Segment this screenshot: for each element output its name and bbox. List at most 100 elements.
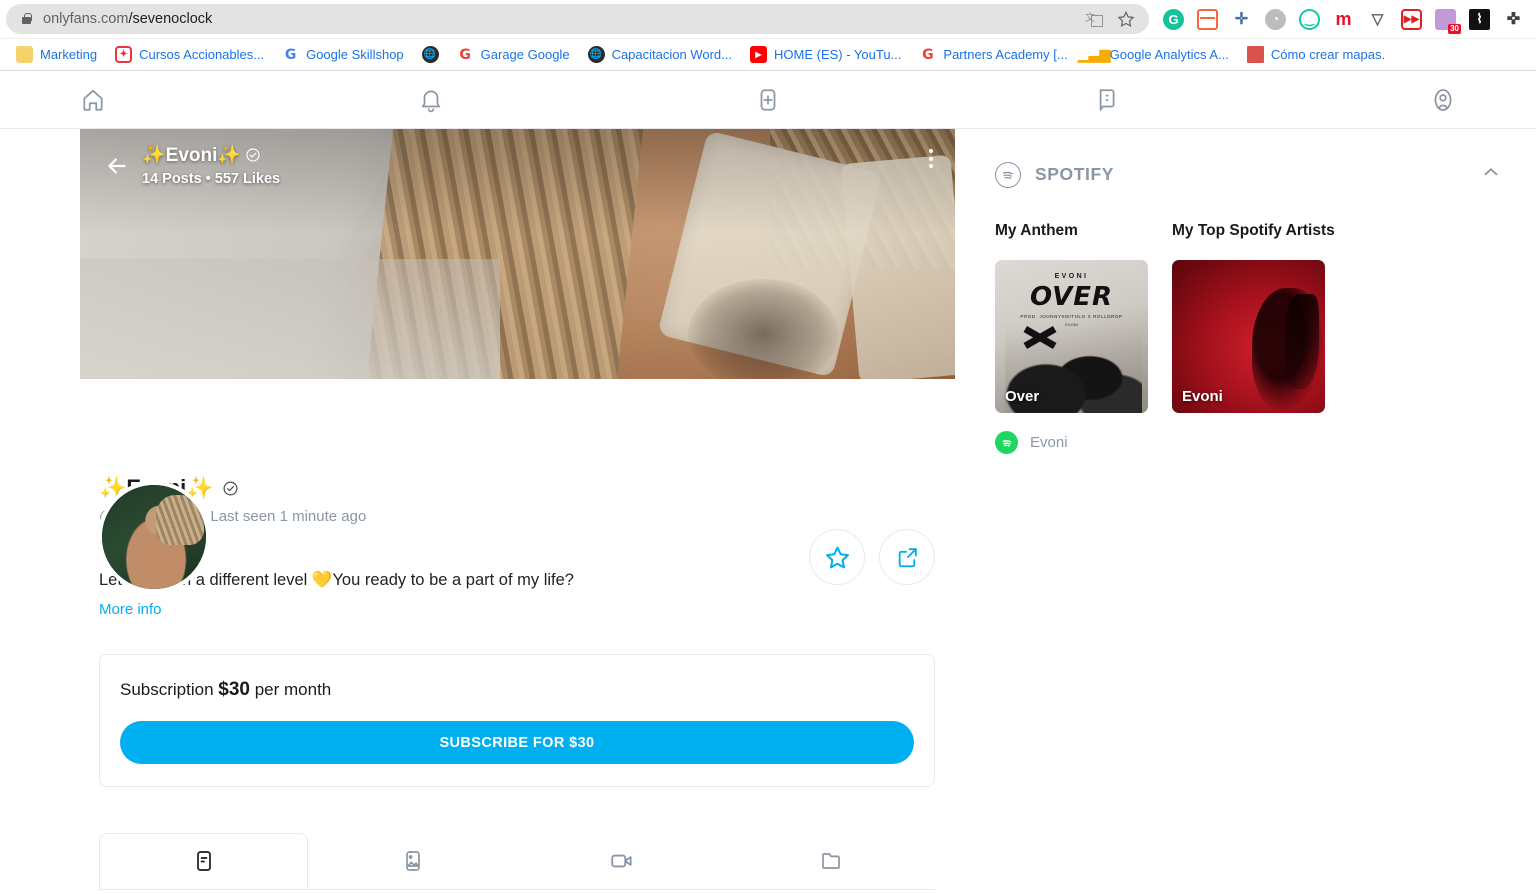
content-tabs	[99, 833, 935, 891]
translate-icon[interactable]	[1085, 9, 1103, 27]
bookmark-partners-academy[interactable]: G Partners Academy [...	[913, 43, 1073, 66]
cover-menu-button[interactable]	[925, 145, 937, 172]
anthem-heading: My Anthem	[995, 222, 1078, 239]
bookmark-como-crear-mapas[interactable]: Cómo crear mapas.	[1241, 43, 1391, 66]
profile-display-name: ✨Evoni✨	[99, 475, 955, 501]
spotify-panel-title: SPOTIFY	[1035, 164, 1115, 184]
tab-posts[interactable]	[99, 833, 308, 890]
tab-photos[interactable]	[308, 833, 517, 889]
nav-profile[interactable]	[1420, 79, 1466, 121]
cover-photo[interactable]: ✨Evoni✨ 14 Posts • 557 Likes	[80, 129, 955, 379]
globe-icon: 🌐	[587, 46, 605, 63]
omnibox-row: onlyfans.com/sevenoclock G ✛ ◔ ‿ m ▽ ▶▶ …	[0, 0, 1536, 38]
subscription-price: $30	[218, 679, 250, 701]
m-extension-icon[interactable]: m	[1333, 9, 1354, 30]
profile-actions	[809, 529, 935, 585]
bookmark-label: Partners Academy [...	[943, 47, 1068, 62]
subscription-price-label: Subscription $30 per month	[120, 679, 332, 701]
bookmark-label: Marketing	[40, 47, 98, 62]
bookmark-home-es-youtube[interactable]: ▶ HOME (ES) - YouTu...	[744, 43, 907, 66]
share-icon	[898, 547, 917, 567]
bookmark-capacitacion-word[interactable]: 🌐 Capacitacion Word...	[582, 43, 738, 66]
bookmark-label: Cursos Accionables...	[139, 47, 265, 62]
star-icon	[825, 546, 849, 568]
message-icon	[1099, 88, 1114, 111]
bookmark-star-icon[interactable]	[1117, 10, 1135, 28]
bookmark-marketing[interactable]: Marketing	[10, 43, 103, 66]
avatar-image	[102, 485, 206, 589]
nav-new-post[interactable]	[745, 79, 791, 121]
spotify-anthem-column: My Anthem EVONI OVER PROD. JOHNNYSMITHLO…	[995, 222, 1148, 413]
profile-avatar[interactable]	[98, 481, 210, 593]
crosshair-extension-icon[interactable]: ✛	[1231, 9, 1252, 30]
address-bar[interactable]: onlyfans.com/sevenoclock	[6, 4, 1149, 34]
favorite-button[interactable]	[809, 529, 865, 585]
bookmarks-bar: Marketing ✦ Cursos Accionables... G Goog…	[0, 38, 1536, 70]
home-icon	[83, 89, 103, 111]
lock-icon	[20, 12, 33, 26]
spotify-columns: My Anthem EVONI OVER PROD. JOHNNYSMITHLO…	[995, 222, 1506, 413]
spotify-footer-artist-name: Evoni	[1030, 434, 1068, 451]
bookmark-globe-1[interactable]: 🌐	[416, 43, 445, 66]
youtube-icon: ▶	[750, 46, 767, 63]
spotify-collapse-button[interactable]	[1476, 157, 1506, 192]
anthem-credits2-text: EVONI	[1065, 322, 1078, 327]
verified-check-icon	[223, 481, 238, 495]
tab-videos[interactable]	[517, 833, 726, 889]
bookmark-label: Google Skillshop	[306, 47, 404, 62]
anthem-album-tile[interactable]: EVONI OVER PROD. JOHNNYSMITHLO X ROLLDRO…	[995, 260, 1148, 413]
google-icon: G	[284, 46, 297, 63]
bookmark-garage-google[interactable]: G Garage Google	[451, 43, 576, 66]
page-body: ✨Evoni✨ 14 Posts • 557 Likes @sevenocloc…	[0, 129, 1536, 894]
artist-label: Evoni	[1182, 388, 1223, 405]
chevron-up-icon	[1484, 168, 1498, 176]
nav-home[interactable]	[70, 79, 116, 121]
bell-icon	[421, 89, 440, 112]
cover-name-text: ✨Evoni✨	[142, 145, 242, 166]
account-circle-icon	[1434, 88, 1452, 111]
nav-messages[interactable]	[1083, 79, 1129, 121]
bookmark-google-analytics[interactable]: ▁▃▆ Google Analytics A...	[1078, 43, 1235, 66]
grammarly-extension-icon[interactable]: G	[1163, 8, 1184, 30]
plus-square-icon	[760, 88, 776, 111]
more-info-link[interactable]: More info	[99, 601, 955, 618]
url-text: onlyfans.com/sevenoclock	[43, 11, 213, 27]
extension-badge-count: 30	[1448, 23, 1461, 34]
bookmark-cursos-accionables[interactable]: ✦ Cursos Accionables...	[109, 43, 270, 66]
video-icon	[610, 854, 632, 868]
post-icon	[196, 851, 211, 872]
tab-archived[interactable]	[726, 833, 935, 889]
artists-heading: My Top Spotify Artists	[1172, 222, 1335, 239]
loom-extension-icon[interactable]	[1197, 8, 1218, 30]
screencast-extension-icon[interactable]: 30	[1435, 8, 1461, 34]
back-button[interactable]	[100, 149, 134, 183]
cover-stats: 14 Posts • 557 Likes	[142, 171, 281, 187]
analytics-icon: ▁▃▆	[1078, 46, 1111, 62]
subscribe-button[interactable]: SUBSCRIBE FOR $30	[120, 721, 914, 765]
top-artist-tile[interactable]: Evoni	[1172, 260, 1325, 413]
anthem-label: Over	[1005, 388, 1040, 405]
nav-notifications[interactable]	[408, 79, 454, 121]
blackbox-extension-icon[interactable]: ⌇	[1469, 8, 1490, 30]
globe-icon: 🌐	[421, 46, 439, 63]
gray-circle-extension-icon[interactable]: ◔	[1265, 8, 1286, 30]
bookmark-google-skillshop[interactable]: G Google Skillshop	[276, 43, 410, 66]
cover-display-name: ✨Evoni✨	[142, 143, 280, 167]
artist-art-detail	[1285, 293, 1319, 389]
spotify-icon	[995, 161, 1021, 188]
share-button[interactable]	[879, 529, 935, 585]
bookmark-label: Google Analytics A...	[1109, 47, 1229, 62]
teal-smile-extension-icon[interactable]: ‿	[1299, 8, 1320, 30]
google-icon: G	[459, 46, 471, 63]
anthem-artist-text: EVONI	[1054, 273, 1089, 280]
bookmark-label: HOME (ES) - YouTu...	[774, 47, 902, 62]
fast-forward-extension-icon[interactable]: ▶▶	[1401, 8, 1422, 30]
spotify-panel: SPOTIFY My Anthem EVONI OVER PROD. JOHNN…	[955, 129, 1536, 454]
pocket-extension-icon[interactable]: ▽	[1367, 9, 1388, 30]
google-icon: G	[922, 46, 934, 63]
spotify-panel-header: SPOTIFY	[995, 157, 1506, 192]
puzzle-extensions-icon[interactable]: ✜	[1503, 9, 1524, 30]
verified-check-icon	[246, 148, 260, 162]
extensions-strip: G ✛ ◔ ‿ m ▽ ▶▶ 30 ⌇ ✜	[1149, 8, 1530, 34]
browser-chrome: onlyfans.com/sevenoclock G ✛ ◔ ‿ m ▽ ▶▶ …	[0, 0, 1536, 71]
